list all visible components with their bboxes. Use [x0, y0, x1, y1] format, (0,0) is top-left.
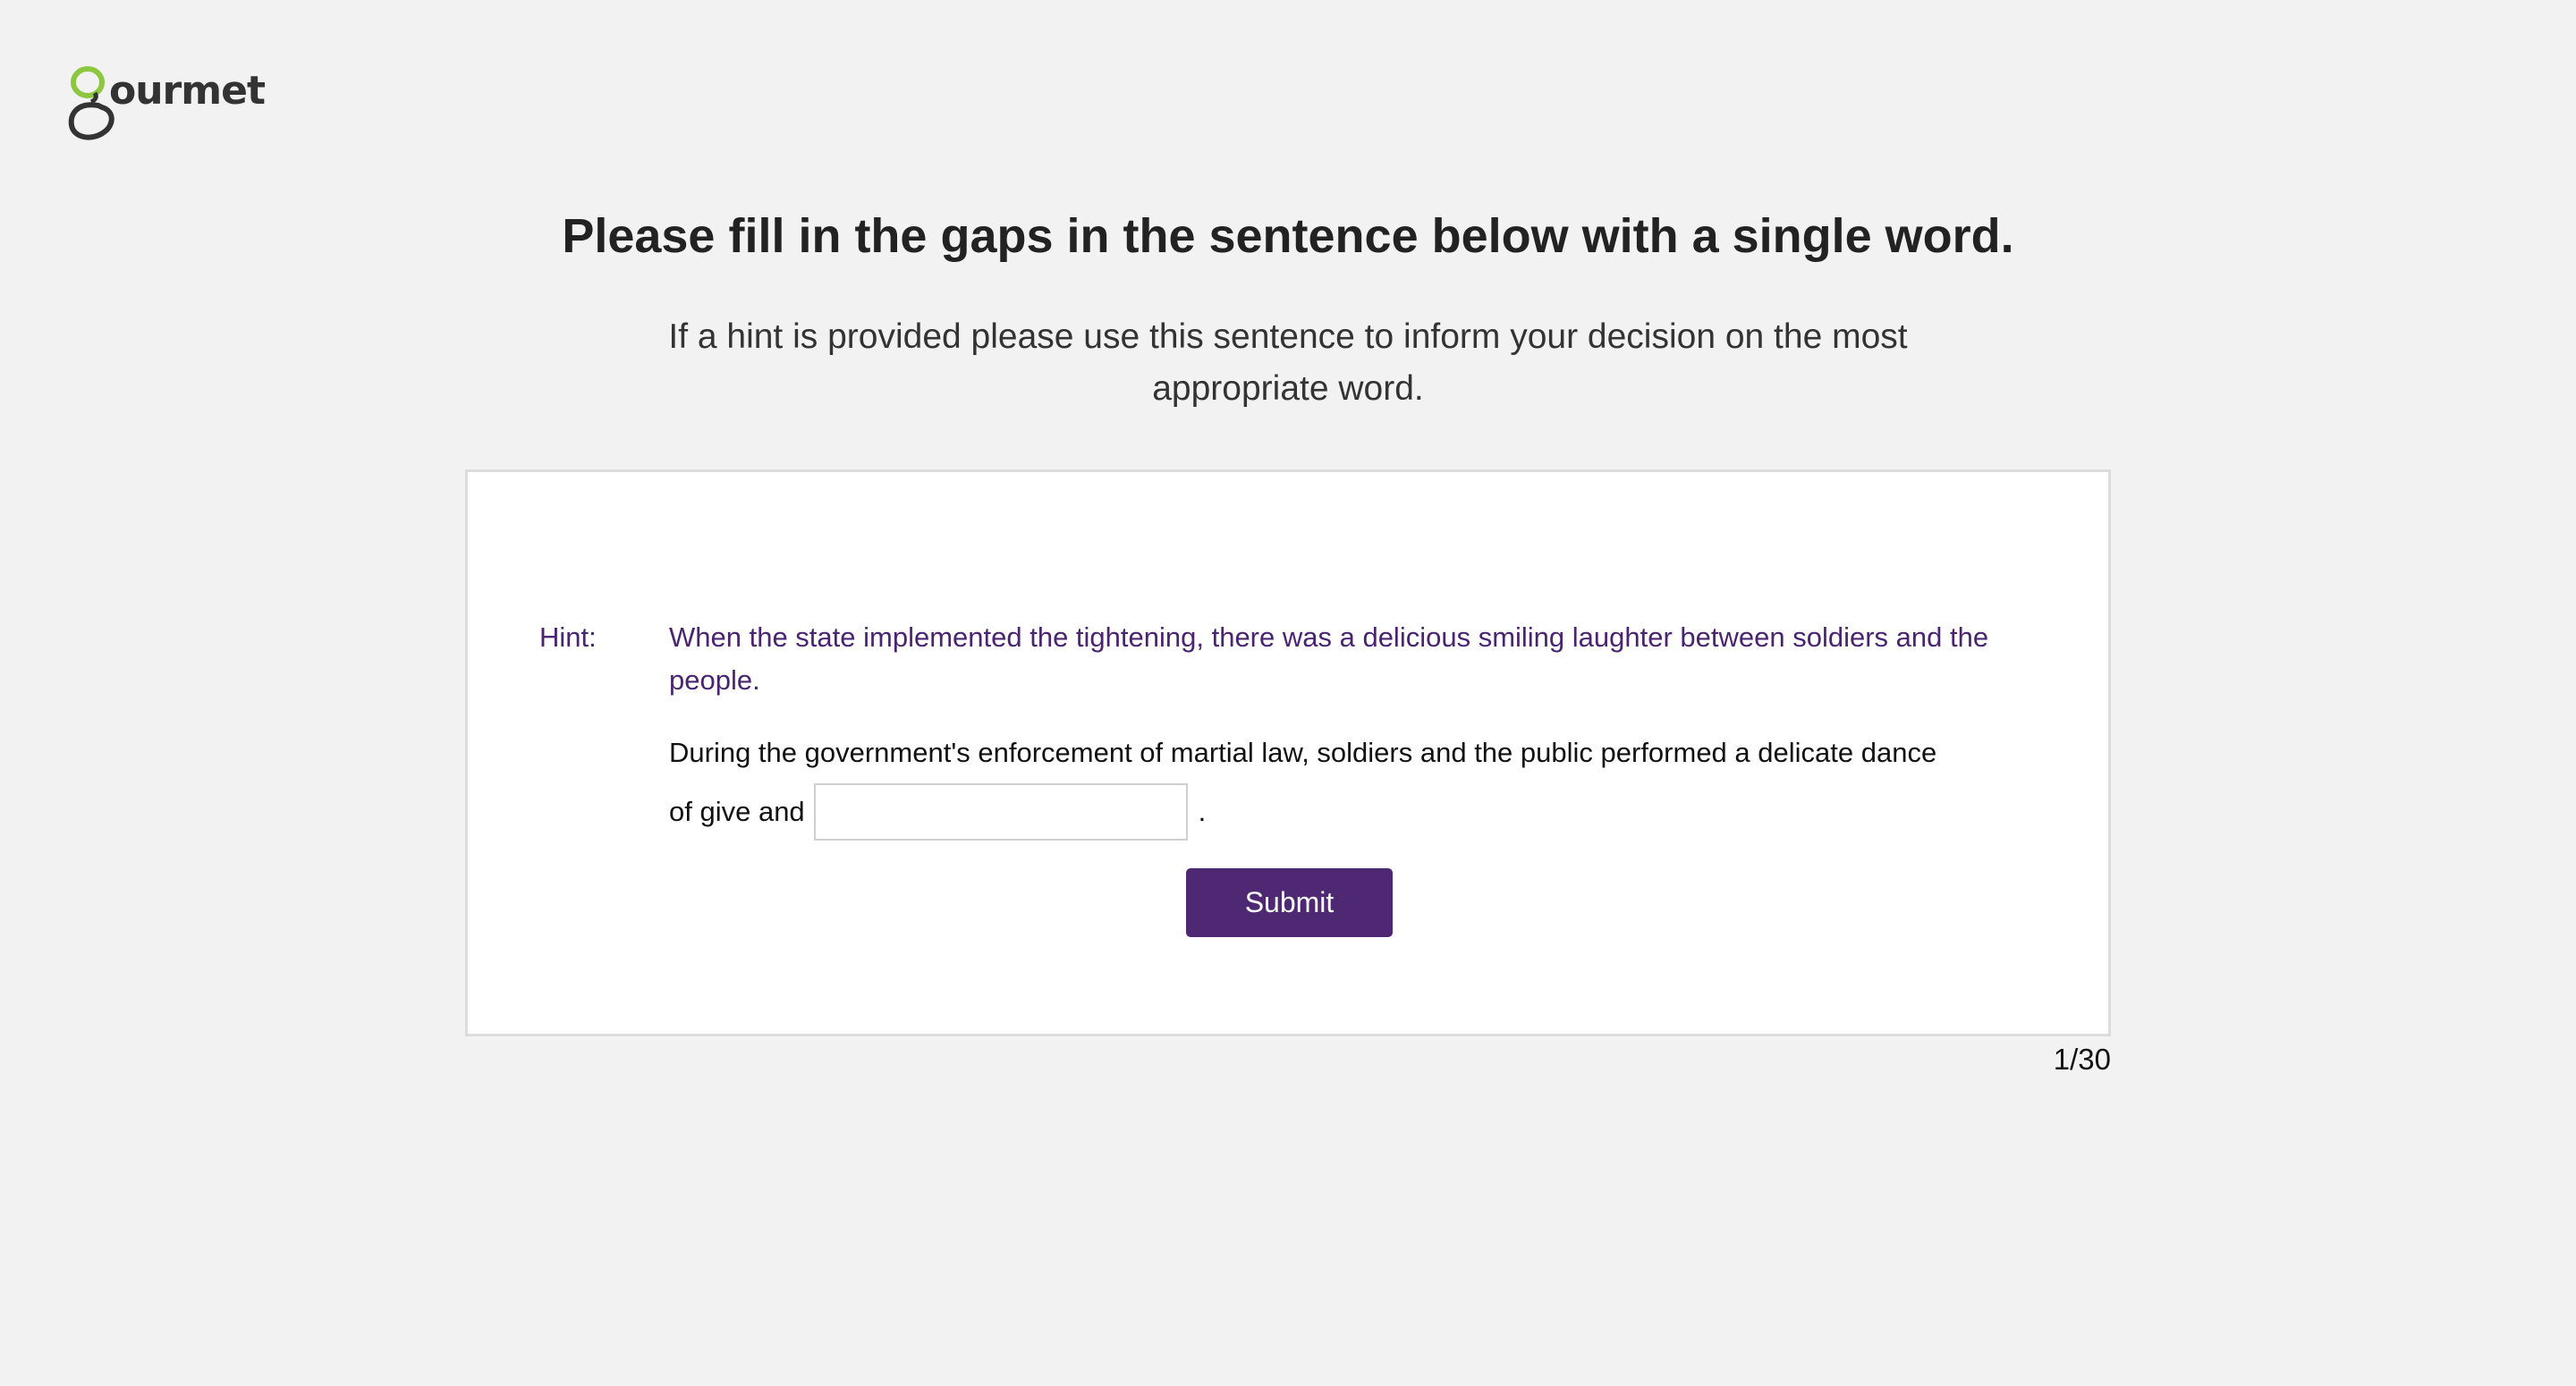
question-card: Hint: When the state implemented the tig…: [465, 469, 2111, 1036]
sentence-line-2: of give and .: [669, 783, 1206, 841]
page-title: Please fill in the gaps in the sentence …: [562, 209, 2014, 263]
gap-answer-input[interactable]: [813, 783, 1188, 841]
hint-label: Hint:: [539, 621, 597, 653]
gourmet-logo: ourmet: [68, 66, 266, 143]
submit-button[interactable]: Submit: [1186, 868, 1393, 937]
sentence-before-gap: of give and: [669, 796, 805, 827]
sentence-line-1: During the government's enforcement of m…: [669, 737, 1937, 768]
page-instructions: If a hint is provided please use this se…: [668, 317, 1908, 408]
logo-wordmark: ourmet: [109, 68, 266, 114]
hint-text: When the state implemented the tightenin…: [669, 621, 1989, 696]
progress-counter: 1/30: [2053, 1043, 2111, 1076]
sentence-after-gap: .: [1198, 796, 1207, 827]
